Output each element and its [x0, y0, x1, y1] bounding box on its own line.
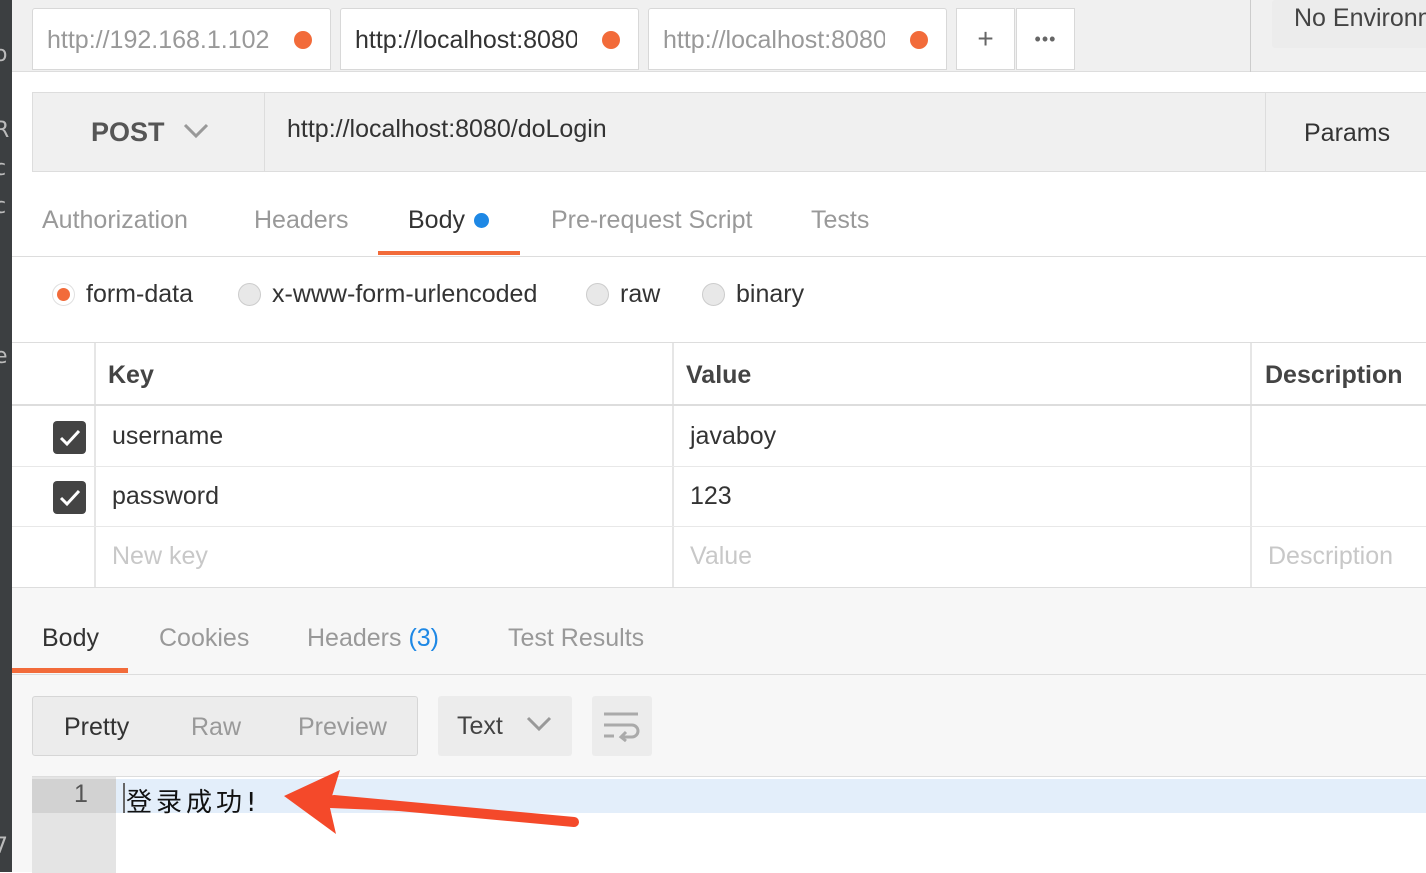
- column-header-value: Value: [686, 361, 752, 389]
- chevron-down-icon: [526, 716, 552, 732]
- radio-label-binary[interactable]: binary: [736, 280, 804, 309]
- response-tab-cookies[interactable]: Cookies: [159, 624, 249, 653]
- line-number: 1: [74, 780, 88, 808]
- row-checkbox[interactable]: [53, 481, 86, 514]
- column-header-key: Key: [108, 361, 154, 389]
- key-cell[interactable]: username: [112, 422, 223, 451]
- response-text: 登录成功!: [126, 788, 261, 818]
- tab-url: http://localhost:8080: [663, 26, 885, 54]
- environment-select[interactable]: No Environment: [1272, 0, 1426, 48]
- wrap-lines-icon: [604, 712, 640, 742]
- format-preview-button[interactable]: Preview: [298, 713, 387, 742]
- wrap-lines-button[interactable]: [592, 696, 652, 756]
- value-cell[interactable]: javaboy: [690, 422, 776, 451]
- text-cursor: [123, 783, 125, 813]
- body-modified-dot-icon: [474, 213, 489, 228]
- radio-form-data[interactable]: [52, 283, 75, 306]
- divider: [12, 466, 1426, 467]
- divider: [12, 256, 1426, 257]
- plus-icon: +: [977, 23, 994, 54]
- column-divider: [94, 343, 96, 587]
- tab-url: http://192.168.1.102: [47, 26, 269, 54]
- environment-label: No Environment: [1294, 4, 1426, 32]
- request-tab-2[interactable]: http://localhost:8080: [340, 8, 639, 70]
- radio-urlencoded[interactable]: [238, 283, 261, 306]
- key-cell[interactable]: password: [112, 482, 219, 511]
- active-line-highlight: [116, 779, 1426, 813]
- response-editor[interactable]: 1 登录成功!: [32, 776, 1426, 873]
- new-tab-button[interactable]: +: [956, 8, 1015, 70]
- value-cell[interactable]: 123: [690, 482, 732, 511]
- more-tabs-button[interactable]: •••: [1016, 8, 1075, 70]
- headers-count-badge: (3): [408, 624, 440, 652]
- format-pretty-button[interactable]: Pretty: [64, 713, 129, 742]
- checkmark-icon: [59, 489, 81, 507]
- unsaved-dot-icon: [602, 31, 620, 49]
- method-select[interactable]: POST: [33, 93, 265, 171]
- params-button[interactable]: Params: [1265, 93, 1426, 171]
- format-raw-button[interactable]: Raw: [191, 713, 241, 742]
- request-tab-1[interactable]: http://192.168.1.102: [32, 8, 331, 70]
- divider: [12, 526, 1426, 527]
- tab-url: http://localhost:8080: [355, 26, 577, 54]
- column-divider: [672, 343, 674, 587]
- radio-binary[interactable]: [702, 283, 725, 306]
- response-tab-body[interactable]: Body: [42, 624, 99, 653]
- url-input[interactable]: http://localhost:8080/doLogin: [287, 115, 607, 144]
- active-tab-indicator: [378, 251, 520, 255]
- tab-authorization[interactable]: Authorization: [42, 206, 188, 235]
- row-checkbox[interactable]: [53, 421, 86, 454]
- tab-pre-request-script[interactable]: Pre-request Script: [551, 206, 752, 235]
- radio-label-raw[interactable]: raw: [620, 280, 660, 309]
- request-tab-3[interactable]: http://localhost:8080: [648, 8, 947, 70]
- new-value-input[interactable]: Value: [690, 542, 752, 571]
- active-tab-indicator: [12, 668, 128, 673]
- ellipsis-icon: •••: [1034, 28, 1057, 49]
- params-label: Params: [1304, 119, 1391, 147]
- divider: [12, 404, 1426, 406]
- format-toggle-group: Pretty Raw Preview: [32, 696, 418, 756]
- radio-label-form-data[interactable]: form-data: [86, 280, 193, 309]
- new-key-input[interactable]: New key: [112, 542, 208, 571]
- divider: [12, 342, 1426, 343]
- column-header-description: Description: [1265, 361, 1403, 389]
- new-description-input[interactable]: Description: [1268, 542, 1393, 571]
- column-divider: [1250, 343, 1252, 587]
- response-tab-headers[interactable]: Headers (3): [307, 624, 439, 653]
- unsaved-dot-icon: [910, 31, 928, 49]
- language-select[interactable]: Text: [438, 696, 572, 756]
- request-url-bar: POST http://localhost:8080/doLogin Param…: [32, 92, 1426, 172]
- divider: [12, 674, 1426, 675]
- language-label: Text: [457, 712, 503, 740]
- radio-raw[interactable]: [586, 283, 609, 306]
- sidebar-edge: oiRcce7: [0, 0, 12, 872]
- response-tab-headers-label: Headers: [307, 624, 402, 652]
- tab-body[interactable]: Body: [408, 206, 465, 235]
- divider: [1250, 0, 1251, 72]
- chevron-down-icon: [183, 123, 209, 139]
- method-label: POST: [91, 117, 165, 147]
- tab-headers[interactable]: Headers: [254, 206, 349, 235]
- unsaved-dot-icon: [294, 31, 312, 49]
- radio-label-urlencoded[interactable]: x-www-form-urlencoded: [272, 280, 537, 309]
- checkmark-icon: [59, 429, 81, 447]
- response-tab-test-results[interactable]: Test Results: [508, 624, 644, 653]
- tab-tests[interactable]: Tests: [811, 206, 869, 235]
